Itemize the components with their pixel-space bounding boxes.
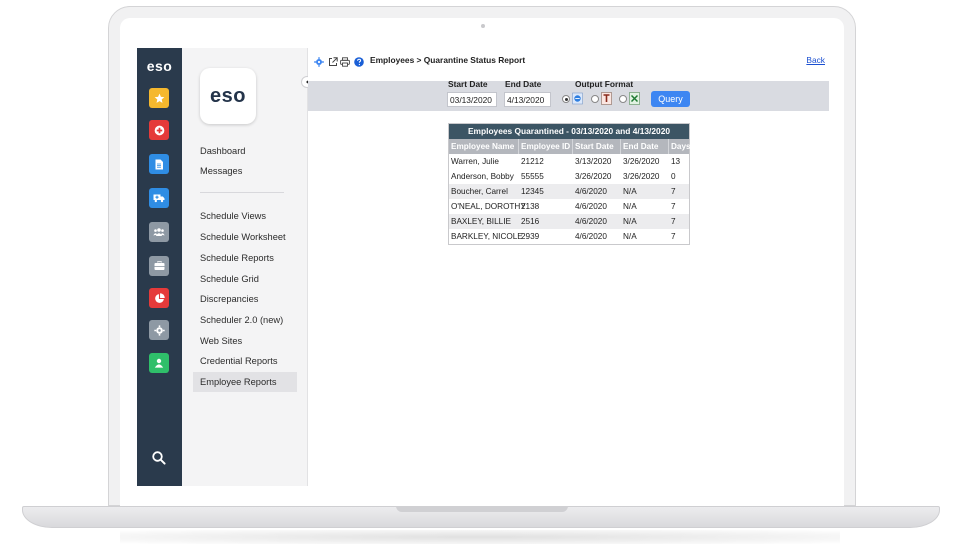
user-icon[interactable] [149, 353, 169, 373]
column-header: Days [671, 142, 691, 151]
sidebar-item-dashboard[interactable]: Dashboard [193, 141, 297, 161]
pdf-report-icon [601, 92, 612, 105]
sidebar-divider [200, 192, 284, 193]
document-icon[interactable] [149, 154, 169, 174]
table-row: O'NEAL, DOROTHY 2138 4/6/2020 N/A 7 [449, 199, 689, 214]
table-cell: 3/26/2020 [623, 157, 660, 166]
table-cell: 12345 [521, 187, 544, 196]
rail-logo: eso [146, 58, 173, 74]
table-cell: 7 [671, 232, 676, 241]
search-icon[interactable] [151, 450, 167, 466]
table-cell: N/A [623, 187, 637, 196]
table-cell: 7 [671, 217, 676, 226]
table-cell: N/A [623, 202, 637, 211]
back-link[interactable]: Back [806, 55, 825, 65]
start-date-label: Start Date [448, 79, 488, 89]
table-cell: 55555 [521, 172, 544, 181]
pie-chart-icon[interactable] [149, 288, 169, 308]
table-cell: 3/13/2020 [575, 157, 612, 166]
sidebar: eso Dashboard Messages Schedule Views Sc… [182, 48, 308, 486]
report-filter-bar: Start Date End Date Output Format Query [308, 79, 829, 111]
format-radio-pdf[interactable] [591, 95, 599, 103]
table-cell: O'NEAL, DOROTHY [451, 202, 526, 211]
main-content: Employees > Quarantine Status Report Bac… [308, 48, 829, 486]
sidebar-item-web-sites[interactable]: Web Sites [193, 331, 297, 351]
table-cell: 2939 [521, 232, 540, 241]
sidebar-item-discrepancies[interactable]: Discrepancies [193, 289, 297, 309]
sidebar-item-schedule-reports[interactable]: Schedule Reports [193, 248, 297, 268]
table-cell: Anderson, Bobby [451, 172, 514, 181]
laptop-base-notch [396, 506, 568, 512]
table-cell: BAXLEY, BILLIE [451, 217, 511, 226]
table-row: BARKLEY, NICOLE 2939 4/6/2020 N/A 7 [449, 229, 689, 244]
settings-gear-icon[interactable] [314, 54, 324, 67]
sidebar-item-schedule-grid[interactable]: Schedule Grid [193, 269, 297, 289]
breadcrumb: Employees > Quarantine Status Report [370, 55, 526, 65]
camera-dot [481, 24, 485, 28]
sidebar-item-schedule-worksheet[interactable]: Schedule Worksheet [193, 227, 297, 247]
briefcase-icon[interactable] [149, 256, 169, 276]
output-format-label: Output Format [575, 79, 634, 89]
table-cell: Boucher, Carrel [451, 187, 508, 196]
report-title: Employees Quarantined - 03/13/2020 and 4… [449, 124, 689, 139]
table-cell: 13 [671, 157, 681, 166]
table-cell: N/A [623, 232, 637, 241]
table-cell: 4/6/2020 [575, 202, 607, 211]
medical-plus-icon[interactable] [149, 120, 169, 140]
sidebar-item-credential-reports[interactable]: Credential Reports [193, 351, 297, 371]
column-header: Start Date [573, 139, 621, 154]
sidebar-item-schedule-views[interactable]: Schedule Views [193, 206, 297, 226]
quarantine-report-table: Employees Quarantined - 03/13/2020 and 4… [448, 123, 691, 245]
brand-logo: eso [200, 68, 256, 124]
sidebar-item-scheduler-2[interactable]: Scheduler 2.0 (new) [193, 310, 297, 330]
column-header: Employee Name [449, 139, 519, 154]
ambulance-icon[interactable] [149, 188, 169, 208]
excel-report-icon [629, 92, 640, 105]
format-radio-excel[interactable] [619, 95, 627, 103]
table-cell: 2138 [521, 202, 540, 211]
end-date-label: End Date [505, 79, 542, 89]
icon-rail: eso [137, 48, 182, 486]
table-cell: 0 [671, 172, 676, 181]
star-icon[interactable] [149, 88, 169, 108]
table-cell: 21212 [521, 157, 544, 166]
table-row: Boucher, Carrel 12345 4/6/2020 N/A 7 [449, 184, 689, 199]
start-date-input[interactable] [447, 92, 497, 107]
table-cell: 4/6/2020 [575, 232, 607, 241]
table-cell: 7 [671, 202, 676, 211]
table-cell: BARKLEY, NICOLE [451, 232, 523, 241]
column-header: Employee ID [519, 139, 573, 154]
table-cell: 2516 [521, 217, 540, 226]
help-icon[interactable] [354, 54, 364, 67]
format-radio-ie[interactable] [562, 95, 570, 103]
ie-report-icon [572, 92, 583, 105]
query-button[interactable]: Query [651, 91, 690, 107]
laptop-shadow [120, 530, 840, 544]
table-cell: 4/6/2020 [575, 187, 607, 196]
sidebar-item-messages[interactable]: Messages [193, 161, 297, 181]
table-row: Anderson, Bobby 55555 3/26/2020 3/26/202… [449, 169, 689, 184]
table-cell: 3/26/2020 [623, 172, 660, 181]
group-icon[interactable] [149, 222, 169, 242]
table-cell: 4/6/2020 [575, 217, 607, 226]
toolbar: Employees > Quarantine Status Report Bac… [308, 48, 829, 70]
table-cell: 3/26/2020 [575, 172, 612, 181]
report-header-row: Employee Name Employee ID Start Date End… [449, 139, 691, 154]
gear-icon[interactable] [149, 320, 169, 340]
table-row: BAXLEY, BILLIE 2516 4/6/2020 N/A 7 [449, 214, 689, 229]
table-cell: N/A [623, 217, 637, 226]
app-screen: eso eso Dashboard Messages Schedule View… [137, 48, 829, 486]
end-date-input[interactable] [504, 92, 551, 107]
table-cell: 7 [671, 187, 676, 196]
external-link-icon[interactable] [328, 54, 338, 66]
table-row: Warren, Julie 21212 3/13/2020 3/26/2020 … [449, 154, 689, 169]
print-icon[interactable] [340, 54, 350, 67]
table-cell: Warren, Julie [451, 157, 499, 166]
sidebar-item-employee-reports[interactable]: Employee Reports [193, 372, 297, 392]
column-header: End Date [621, 139, 669, 154]
